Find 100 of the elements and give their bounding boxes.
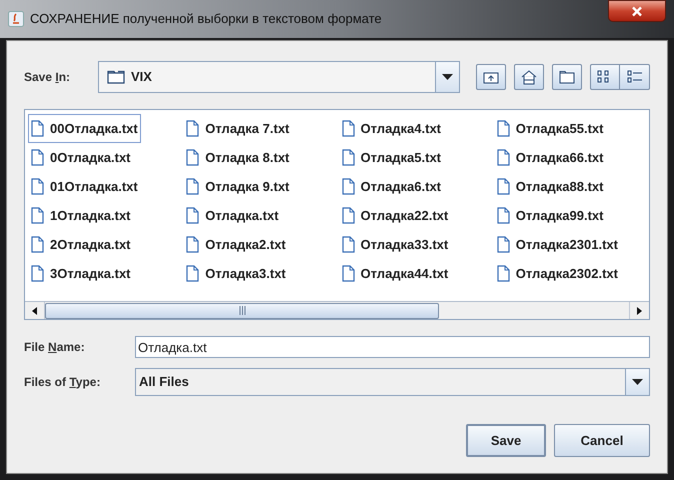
file-item[interactable]: Отладка55.txt — [494, 114, 606, 143]
file-name-field[interactable]: Отладка.txt — [135, 336, 650, 358]
home-icon — [521, 70, 537, 84]
horizontal-scrollbar[interactable] — [25, 301, 649, 319]
folder-icon — [559, 70, 575, 84]
file-item[interactable]: Отладка44.txt — [338, 259, 452, 288]
file-name: Отладка4.txt — [360, 120, 442, 138]
file-item[interactable]: Отладка4.txt — [338, 114, 444, 143]
left-arrow-icon — [32, 306, 37, 314]
file-item[interactable]: 00Отладка.txt — [28, 114, 141, 143]
file-icon — [31, 236, 44, 253]
file-type-label: Files of Type: — [24, 375, 100, 389]
file-name: Отладка 9.txt — [205, 178, 290, 196]
file-name: 1Отладка.txt — [50, 206, 131, 225]
file-item[interactable]: Отладка22.txt — [338, 201, 452, 230]
file-type-dropdown[interactable]: All Files — [135, 368, 650, 396]
file-name: 0Отладка.txt — [50, 148, 131, 167]
file-icon — [31, 149, 44, 166]
folder-dropdown[interactable]: VIX — [98, 61, 460, 93]
app-icon — [8, 11, 24, 27]
save-in-label: Save In: — [24, 70, 70, 84]
file-item[interactable]: 0Отладка.txt — [28, 143, 134, 172]
file-icon — [31, 207, 44, 224]
file-name-label: File Name: — [24, 340, 85, 354]
file-name: Отладка.txt — [205, 206, 279, 225]
file-icon — [186, 207, 200, 224]
file-name: 3Отладка.txt — [50, 264, 131, 283]
file-icon — [342, 120, 354, 137]
file-name: 00Отладка.txt — [50, 120, 138, 138]
file-name: Отладка6.txt — [360, 178, 442, 196]
file-icon — [342, 207, 354, 224]
folder-name: VIX — [131, 68, 153, 86]
file-item[interactable]: Отладка66.txt — [494, 143, 606, 172]
cancel-button[interactable]: Cancel — [554, 424, 650, 457]
file-item[interactable]: Отладка 7.txt — [183, 114, 292, 143]
file-item[interactable]: Отладка33.txt — [338, 230, 452, 259]
file-item[interactable]: 2Отладка.txt — [28, 230, 134, 259]
file-name: Отладка99.txt — [516, 206, 604, 225]
file-name: 01Отладка.txt — [50, 178, 138, 196]
file-icon — [342, 149, 354, 166]
details-view-icon — [626, 70, 642, 84]
file-name: Отладка2.txt — [205, 236, 286, 254]
up-folder-icon — [483, 70, 499, 84]
file-icon — [186, 120, 200, 137]
file-item[interactable]: Отладка6.txt — [338, 172, 444, 201]
file-name: Отладка 7.txt — [205, 120, 290, 138]
file-item[interactable]: Отладка99.txt — [494, 201, 606, 230]
file-name: Отладка44.txt — [360, 264, 448, 283]
file-icon — [31, 178, 44, 195]
file-icon — [496, 120, 510, 137]
file-item[interactable]: Отладка88.txt — [494, 172, 606, 201]
right-arrow-icon — [637, 306, 642, 314]
new-folder-button[interactable] — [552, 64, 582, 90]
file-icon — [342, 265, 354, 282]
file-icon — [186, 149, 200, 166]
file-name: Отладка66.txt — [516, 148, 604, 167]
home-button[interactable] — [514, 64, 544, 90]
file-name: Отладка22.txt — [360, 206, 448, 225]
file-icon — [186, 178, 200, 195]
list-view-button[interactable] — [590, 64, 620, 90]
file-icon — [342, 178, 354, 195]
close-button[interactable] — [608, 0, 666, 22]
file-icon — [186, 236, 200, 253]
file-item[interactable]: Отладка 8.txt — [183, 143, 292, 172]
file-icon — [31, 120, 44, 137]
file-item[interactable]: Отладка 9.txt — [183, 172, 292, 201]
folder-icon — [107, 70, 125, 84]
file-item[interactable]: Отладка2301.txt — [494, 230, 621, 259]
file-icon — [342, 236, 354, 253]
file-item[interactable]: Отладка3.txt — [183, 259, 289, 288]
scrollbar-thumb[interactable] — [45, 302, 439, 318]
caret-icon — [632, 379, 643, 385]
file-name: Отладка33.txt — [360, 236, 448, 254]
file-name: Отладка3.txt — [205, 264, 286, 283]
save-button[interactable]: Save — [466, 424, 546, 457]
file-item[interactable]: Отладка2302.txt — [494, 259, 621, 288]
file-item[interactable]: 3Отладка.txt — [28, 259, 134, 288]
file-item[interactable]: Отладка.txt — [183, 201, 282, 230]
file-icon — [496, 265, 510, 282]
file-item[interactable]: 1Отладка.txt — [28, 201, 134, 230]
file-icon — [186, 265, 200, 282]
caret-icon — [442, 74, 453, 80]
up-folder-button[interactable] — [476, 64, 506, 90]
window-title: СОХРАНЕНИЕ полученной выборки в текстовом формате — [30, 10, 382, 28]
file-icon — [496, 149, 510, 166]
details-view-button[interactable] — [620, 64, 650, 90]
grip-icon — [238, 306, 246, 315]
file-name: Отладка55.txt — [516, 120, 604, 138]
file-name: Отладка2302.txt — [516, 264, 618, 283]
file-item[interactable]: Отладка5.txt — [338, 143, 444, 172]
file-item[interactable]: 01Отладка.txt — [28, 172, 141, 201]
file-name: Отладка5.txt — [360, 148, 442, 167]
file-name: Отладка88.txt — [516, 178, 604, 196]
file-item[interactable]: Отладка2.txt — [183, 230, 289, 259]
file-icon — [496, 236, 510, 253]
file-icon — [496, 207, 510, 224]
close-icon — [631, 6, 643, 16]
file-icon — [31, 265, 44, 282]
file-name: 2Отладка.txt — [50, 236, 131, 254]
file-type-value: All Files — [138, 373, 190, 392]
